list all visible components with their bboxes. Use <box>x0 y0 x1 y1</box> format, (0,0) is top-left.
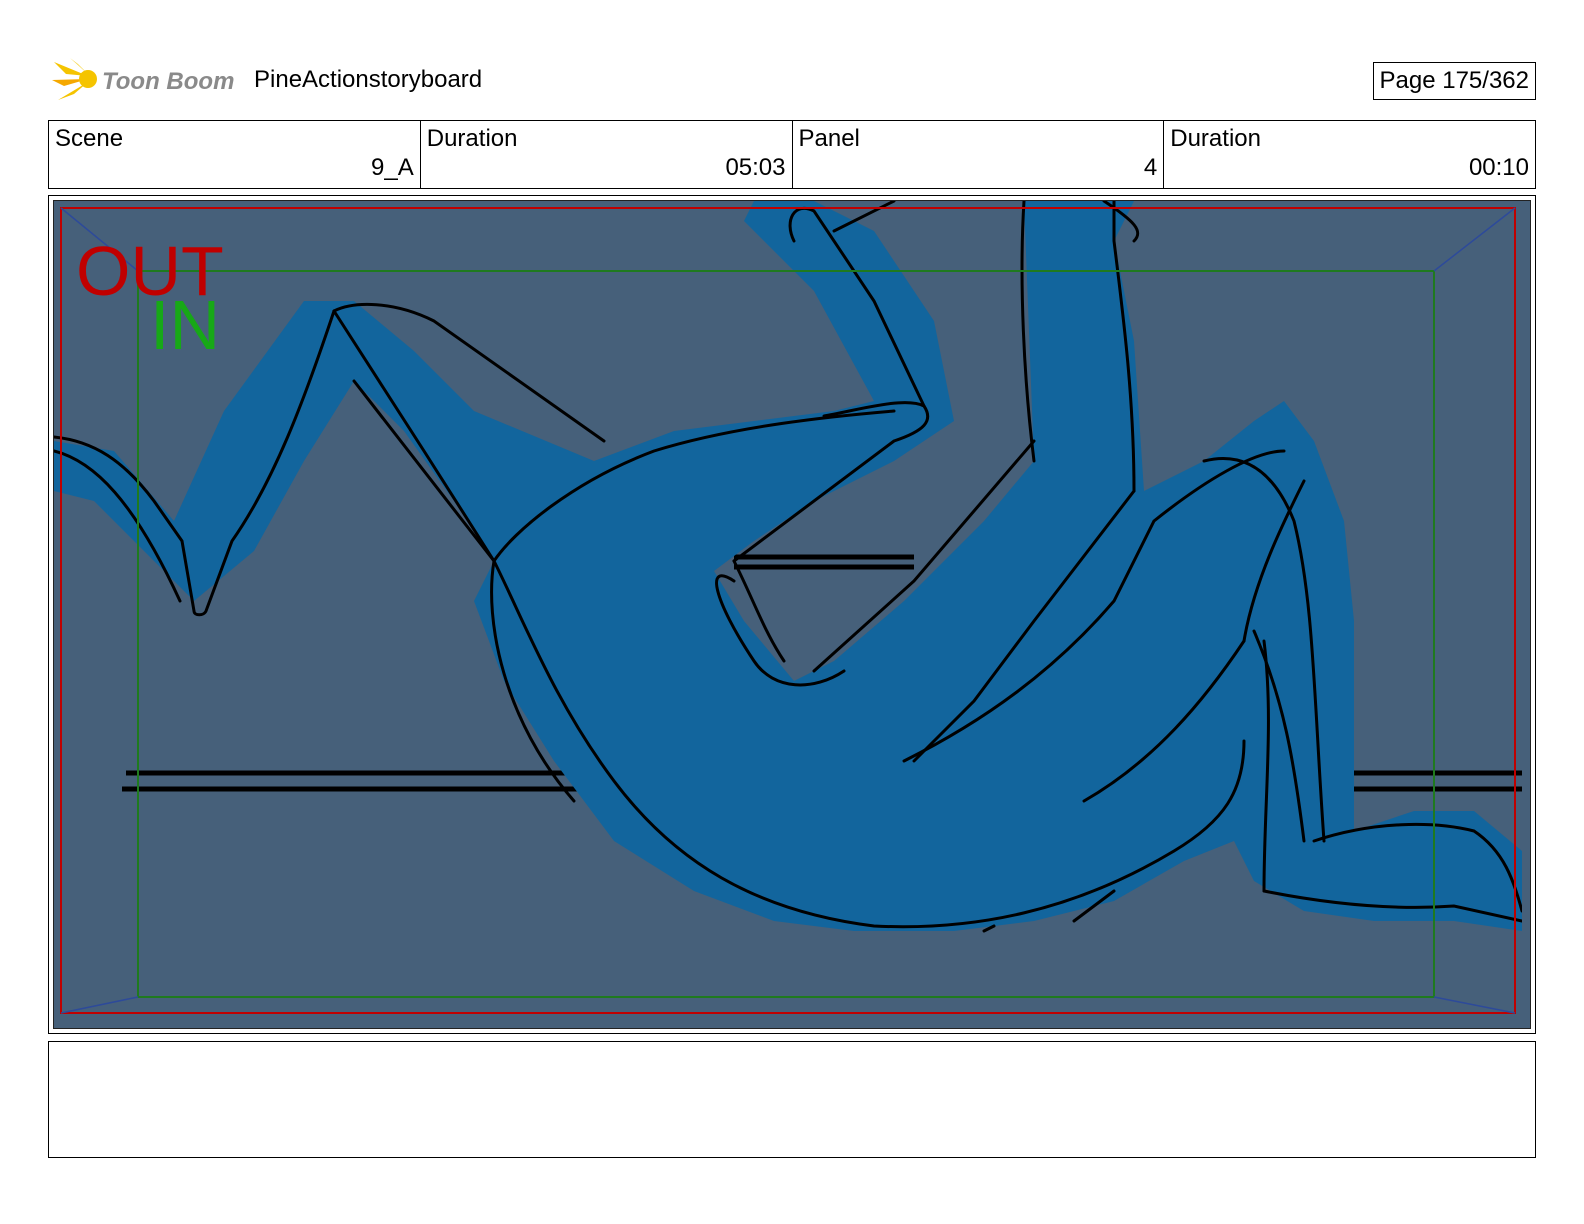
in-label: IN <box>150 286 220 364</box>
panel-frame: OUT IN <box>48 195 1536 1034</box>
scene-duration-cell: Duration 05:03 <box>421 121 793 188</box>
scene-duration-value: 05:03 <box>725 154 786 181</box>
panel-cell: Panel 4 <box>793 121 1165 188</box>
page-header: Toon Boom PineActionstoryboard Page 175/… <box>48 52 1536 108</box>
page-number: Page 175/362 <box>1372 62 1536 100</box>
scene-cell: Scene 9_A <box>49 121 421 188</box>
panel-label: Panel <box>798 125 860 152</box>
panel-duration-label: Duration <box>1170 125 1261 152</box>
scene-duration-label: Duration <box>426 125 518 152</box>
toon-boom-logo: Toon Boom <box>48 52 248 108</box>
scene-label: Scene <box>55 125 124 152</box>
panel-duration-cell: Duration 00:10 <box>1164 121 1535 188</box>
notes-box <box>48 1041 1536 1158</box>
storyboard-image: OUT IN <box>53 200 1531 1029</box>
scene-value: 9_A <box>371 154 414 181</box>
starburst-icon <box>52 58 97 100</box>
svg-text:Toon Boom: Toon Boom <box>102 68 234 95</box>
panel-value: 4 <box>1143 154 1158 181</box>
panel-info-table: Scene 9_A Duration 05:03 Panel 4 Duratio… <box>48 120 1536 189</box>
project-title: PineActionstoryboard <box>254 66 483 93</box>
panel-duration-value: 00:10 <box>1468 154 1529 181</box>
